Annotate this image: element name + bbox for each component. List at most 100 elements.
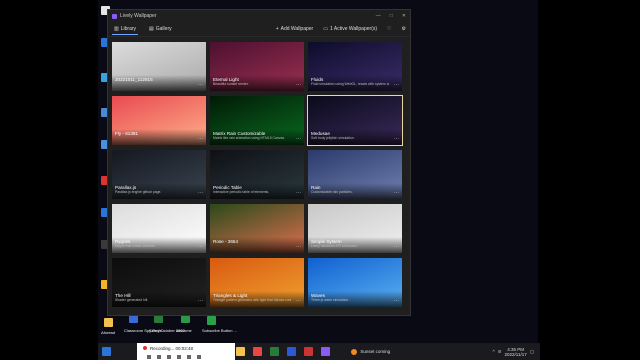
tab-library[interactable]: ▥ Library — [112, 24, 139, 35]
card-info: Rose - 3654 — [210, 237, 304, 253]
card-desc: Customizable rain particles. — [311, 190, 353, 194]
wallpaper-card[interactable]: 20221011_112815 ··· — [111, 41, 207, 92]
tab-label: Gallery — [155, 26, 172, 32]
weather-widget[interactable]: Sunset coming — [351, 348, 391, 355]
maximize-button[interactable]: □ — [390, 13, 393, 19]
library-icon: ▥ — [114, 25, 119, 32]
clock-date[interactable]: 2022/11/17 — [505, 352, 527, 357]
card-desc: Beautiful sunset render. — [213, 82, 249, 86]
card-desc: Soft body jellyfish simulation. — [311, 136, 355, 140]
card-info: Eternal Light Beautiful sunset render. — [210, 75, 304, 91]
wallpaper-card[interactable]: Simple System Lively hardware API showcas… — [307, 203, 403, 254]
start-icon[interactable] — [102, 347, 111, 356]
more-options-icon[interactable]: ··· — [394, 244, 399, 250]
wallpaper-card[interactable]: Eternal Light Beautiful sunset render. ··· — [209, 41, 305, 92]
more-options-icon[interactable]: ··· — [296, 136, 301, 142]
monitor-icon: ▭ — [323, 26, 328, 32]
more-options-icon[interactable]: ··· — [198, 244, 203, 250]
more-options-icon[interactable]: ··· — [394, 82, 399, 88]
pause-icon[interactable] — [147, 354, 151, 359]
wallpaper-grid: 20221011_112815 ··· Eternal Light Beautiful… — [111, 41, 407, 313]
more-options-icon[interactable]: ··· — [394, 136, 399, 142]
wallpaper-card[interactable]: Triangles & Light Triangle pattern genera… — [209, 257, 305, 308]
camera-icon[interactable] — [177, 354, 181, 359]
add-wallpaper-label: Add Wallpaper — [280, 26, 314, 32]
wifi-icon[interactable]: ≋ — [498, 349, 502, 355]
settings-icon[interactable] — [187, 354, 191, 359]
card-desc: Ripple that shows weather. — [115, 244, 156, 248]
wallpaper-card[interactable]: The Hill Shader generated hill. ··· — [111, 257, 207, 308]
stop-icon[interactable] — [157, 354, 161, 359]
excel-icon[interactable] — [270, 347, 280, 356]
wallpaper-card[interactable]: Fly - 61381 ··· — [111, 95, 207, 146]
recording-bar[interactable]: Recording... 00:02:48 — [137, 343, 235, 353]
lively-taskbar-icon[interactable] — [321, 347, 331, 356]
more-options-icon[interactable]: ··· — [296, 244, 301, 250]
close-icon[interactable] — [197, 354, 201, 359]
more-options-icon[interactable]: ··· — [296, 82, 301, 88]
close-button[interactable]: ✕ — [402, 13, 406, 19]
lively-window: Lively Wallpaper — □ ✕ ▥ Library ▤ Galle… — [107, 9, 411, 316]
heart-icon[interactable]: ♡ — [387, 26, 391, 32]
wallpaper-card[interactable]: Rain Customizable rain particles. ··· — [307, 149, 403, 200]
app-icon[interactable] — [304, 347, 314, 356]
wallpaper-card[interactable]: Fluids Fluid simulation using WebGL, reac… — [307, 41, 403, 92]
chevron-up-icon[interactable]: ^ — [493, 349, 495, 354]
folder-icon[interactable] — [236, 347, 246, 356]
card-desc: Shader generated hill. — [115, 298, 149, 302]
wallpaper-card[interactable]: Ripples Ripple that shows weather. ··· — [111, 203, 207, 254]
desktop-icon-label: Subscribe Button ... — [202, 328, 237, 333]
add-wallpaper-button[interactable]: + Add Wallpaper — [276, 26, 314, 32]
wallpaper-card[interactable]: Matrix Rain Customizable Matrix like rain… — [209, 95, 305, 146]
more-options-icon[interactable]: ··· — [394, 298, 399, 304]
more-options-icon[interactable]: ··· — [198, 82, 203, 88]
card-info: Periodic Table Interactive periodic table… — [210, 183, 304, 199]
chrome-icon[interactable] — [253, 347, 263, 356]
window-titlebar[interactable]: Lively Wallpaper — □ ✕ — [108, 10, 410, 22]
sun-icon — [351, 348, 358, 355]
more-options-icon[interactable]: ··· — [394, 190, 399, 196]
wallpaper-card[interactable]: Waves Three.js wave simulation. ··· — [307, 257, 403, 308]
window-title: Lively Wallpaper — [120, 13, 157, 19]
record-icon — [143, 346, 147, 350]
active-wallpapers-button[interactable]: ▭ 1 Active Wallpaper(s) — [323, 26, 377, 32]
more-options-icon[interactable]: ··· — [296, 298, 301, 304]
card-desc: Triangle pattern generator with light th… — [213, 298, 291, 302]
system-tray: ^ ≋ 4:35 PM 2022/11/17 ▢ — [493, 347, 534, 357]
notification-icon[interactable]: ▢ — [530, 349, 534, 355]
card-info: Ripples Ripple that shows weather. — [112, 237, 206, 253]
tab-gallery[interactable]: ▤ Gallery — [147, 24, 174, 34]
word-icon[interactable] — [287, 347, 297, 356]
app-icon[interactable] — [207, 316, 216, 325]
gallery-icon: ▤ — [149, 26, 154, 32]
more-options-icon[interactable]: ··· — [198, 190, 203, 196]
card-info: Triangles & Light Triangle pattern genera… — [210, 291, 304, 307]
wallpaper-card[interactable]: Rose - 3654 ··· — [209, 203, 305, 254]
folder-icon[interactable] — [104, 318, 113, 327]
card-info: Fly - 61381 — [112, 129, 206, 145]
more-options-icon[interactable]: ··· — [296, 190, 301, 196]
card-desc: Interactive periodic table of elements. — [213, 190, 270, 194]
more-options-icon[interactable]: ··· — [198, 298, 203, 304]
minimize-button[interactable]: — — [376, 13, 381, 19]
card-info: Simple System Lively hardware API showcas… — [308, 237, 402, 253]
card-info: Matrix Rain Customizable Matrix like rain… — [210, 129, 304, 145]
more-options-icon[interactable]: ··· — [198, 136, 203, 142]
card-info: Fluids Fluid simulation using WebGL, reac… — [308, 75, 402, 91]
gear-icon[interactable]: ⚙ — [402, 26, 406, 32]
card-desc: Fluid simulation using WebGL, reacts wit… — [311, 82, 389, 86]
desktop-icon-label: welcome — [176, 328, 192, 333]
card-info: The Hill Shader generated hill. — [112, 291, 206, 307]
wallpaper-card[interactable]: Medusae Soft body jellyfish simulation. ··… — [307, 95, 403, 146]
card-title: 20221011_112815 — [115, 77, 153, 82]
wallpaper-card[interactable]: Periodic Table Interactive periodic table… — [209, 149, 305, 200]
tab-label: Library — [120, 25, 137, 32]
card-info: Parallax.js Parallax.js engine github pag… — [112, 183, 206, 199]
card-info: Medusae Soft body jellyfish simulation. — [308, 129, 402, 145]
draw-icon[interactable] — [167, 354, 171, 359]
card-info: 20221011_112815 — [112, 75, 206, 91]
wallpaper-card[interactable]: Parallax.js Parallax.js engine github pag… — [111, 149, 207, 200]
toolbar: ▥ Library ▤ Gallery + Add Wallpaper ▭ 1 … — [108, 22, 410, 37]
weather-text: Sunset coming — [360, 349, 391, 354]
card-desc: Parallax.js engine github page. — [115, 190, 162, 194]
